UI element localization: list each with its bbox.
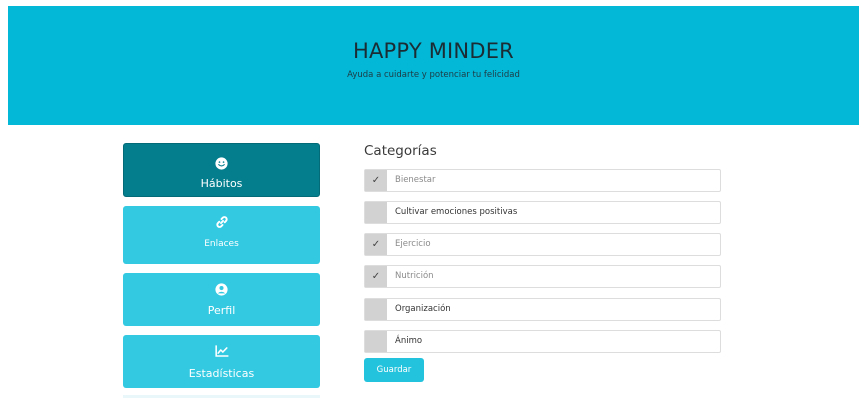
category-checkbox[interactable]: ✓ xyxy=(365,266,387,287)
category-checkbox[interactable] xyxy=(365,299,387,320)
smile-icon xyxy=(124,157,319,170)
category-checkbox[interactable]: ✓ xyxy=(365,234,387,255)
category-label: Ejercicio xyxy=(395,239,431,249)
nav-button-estadisticas[interactable]: Estadísticas xyxy=(123,335,320,388)
category-row-nutricion[interactable]: ✓ Nutrición xyxy=(364,265,721,288)
nav-button-habitos[interactable]: Hábitos xyxy=(123,143,320,197)
category-row-organizacion[interactable]: Organización xyxy=(364,298,721,321)
category-row-animo[interactable]: Ánimo xyxy=(364,330,721,353)
category-label: Cultivar emociones positivas xyxy=(395,207,518,217)
category-checkbox[interactable] xyxy=(365,331,387,352)
category-label: Nutrición xyxy=(395,271,434,281)
categories-title: Categorías xyxy=(364,143,437,159)
category-row-cultivar[interactable]: Cultivar emociones positivas xyxy=(364,201,721,224)
app-subtitle: Ayuda a cuidarte y potenciar tu felicida… xyxy=(347,70,520,80)
app-title: HAPPY MINDER xyxy=(353,39,514,63)
app-header: HAPPY MINDER Ayuda a cuidarte y potencia… xyxy=(8,6,859,125)
category-row-ejercicio[interactable]: ✓ Ejercicio xyxy=(364,233,721,256)
nav-label: Perfil xyxy=(207,304,236,317)
category-row-bienestar[interactable]: ✓ Bienestar xyxy=(364,169,721,192)
save-button[interactable]: Guardar xyxy=(364,358,424,382)
link-icon xyxy=(123,215,320,229)
user-circle-icon xyxy=(123,283,320,296)
category-label: Bienestar xyxy=(395,175,436,185)
chart-line-icon xyxy=(123,345,320,357)
nav-button-enlaces[interactable]: Enlaces xyxy=(123,206,320,264)
nav-label: Estadísticas xyxy=(188,367,255,380)
nav-button-perfil[interactable]: Perfil xyxy=(123,273,320,326)
category-checkbox[interactable] xyxy=(365,202,387,223)
category-checkbox[interactable]: ✓ xyxy=(365,170,387,191)
nav-label: Hábitos xyxy=(200,177,243,190)
nav-label: Enlaces xyxy=(204,239,239,249)
category-label: Ánimo xyxy=(395,336,423,346)
category-label: Organización xyxy=(395,304,451,314)
